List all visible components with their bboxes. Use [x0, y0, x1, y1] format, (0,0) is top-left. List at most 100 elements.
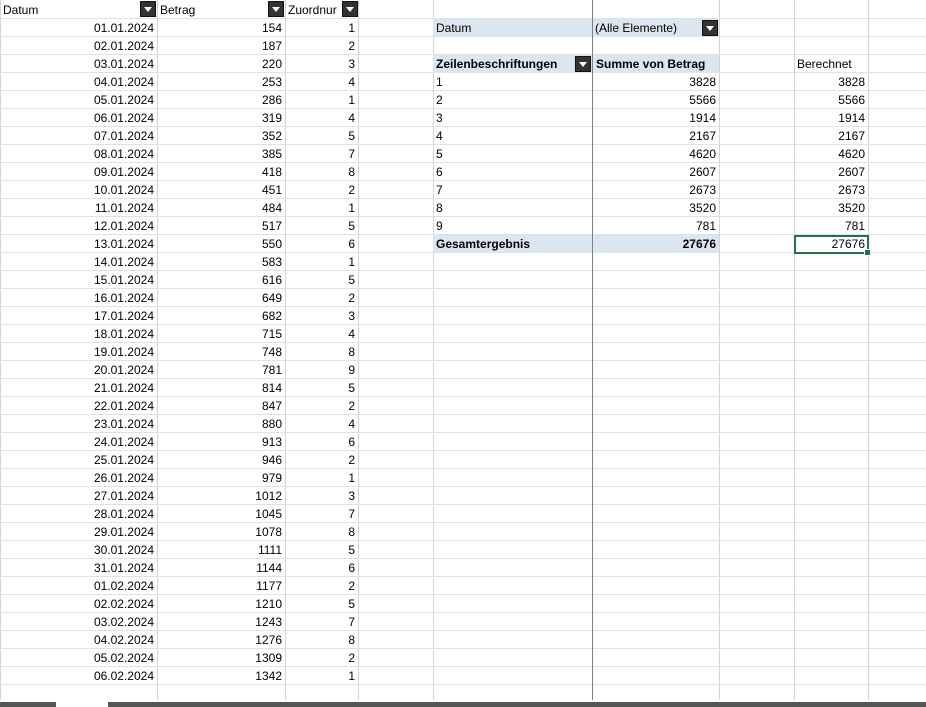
pivot-row-filter-button[interactable]	[575, 56, 591, 72]
datum-cell[interactable]: 05.02.2024	[0, 649, 157, 667]
sheet-tab-bar[interactable]	[0, 702, 926, 707]
datum-cell[interactable]: 26.01.2024	[0, 469, 157, 487]
zuordnung-cell[interactable]: 1	[285, 199, 358, 217]
pivot-row-value[interactable]: 3520	[593, 199, 719, 217]
datum-cell[interactable]: 18.01.2024	[0, 325, 157, 343]
datum-cell[interactable]: 23.01.2024	[0, 415, 157, 433]
computed-value[interactable]: 781	[794, 217, 868, 235]
zuordnung-cell[interactable]: 7	[285, 145, 358, 163]
zuordnung-cell[interactable]: 5	[285, 127, 358, 145]
pivot-filter-value[interactable]: (Alle Elemente)	[592, 19, 719, 37]
zuordnung-cell[interactable]: 4	[285, 109, 358, 127]
datum-cell[interactable]: 28.01.2024	[0, 505, 157, 523]
pivot-row-value[interactable]: 2167	[593, 127, 719, 145]
datum-cell[interactable]: 24.01.2024	[0, 433, 157, 451]
betrag-cell[interactable]: 583	[157, 253, 285, 271]
pivot-filter-dropdown-button[interactable]	[702, 20, 718, 36]
zuordnung-cell[interactable]: 8	[285, 343, 358, 361]
pivot-row-value[interactable]: 2673	[593, 181, 719, 199]
zuordnung-filter-button[interactable]	[342, 1, 358, 17]
betrag-cell[interactable]: 781	[157, 361, 285, 379]
betrag-cell[interactable]: 880	[157, 415, 285, 433]
zuordnung-cell[interactable]: 1	[285, 253, 358, 271]
datum-cell[interactable]: 13.01.2024	[0, 235, 157, 253]
betrag-cell[interactable]: 187	[157, 37, 285, 55]
zuordnung-cell[interactable]: 4	[285, 73, 358, 91]
zuordnung-cell[interactable]: 5	[285, 271, 358, 289]
pivot-row-label[interactable]: 8	[433, 199, 592, 217]
pivot-row-value[interactable]: 781	[593, 217, 719, 235]
datum-cell[interactable]: 11.01.2024	[0, 199, 157, 217]
datum-cell[interactable]: 22.01.2024	[0, 397, 157, 415]
datum-cell[interactable]: 20.01.2024	[0, 361, 157, 379]
betrag-cell[interactable]: 1078	[157, 523, 285, 541]
betrag-cell[interactable]: 715	[157, 325, 285, 343]
zuordnung-cell[interactable]: 7	[285, 505, 358, 523]
betrag-cell[interactable]: 1309	[157, 649, 285, 667]
datum-filter-button[interactable]	[140, 1, 156, 17]
zuordnung-cell[interactable]: 2	[285, 289, 358, 307]
zuordnung-cell[interactable]: 2	[285, 451, 358, 469]
betrag-cell[interactable]: 154	[157, 19, 285, 37]
datum-cell[interactable]: 31.01.2024	[0, 559, 157, 577]
zuordnung-cell[interactable]: 9	[285, 361, 358, 379]
datum-cell[interactable]: 17.01.2024	[0, 307, 157, 325]
datum-cell[interactable]: 08.01.2024	[0, 145, 157, 163]
zuordnung-cell[interactable]: 2	[285, 649, 358, 667]
datum-cell[interactable]: 10.01.2024	[0, 181, 157, 199]
computed-value[interactable]: 3828	[794, 73, 868, 91]
computed-value[interactable]: 5566	[794, 91, 868, 109]
betrag-cell[interactable]: 979	[157, 469, 285, 487]
datum-cell[interactable]: 02.02.2024	[0, 595, 157, 613]
betrag-cell[interactable]: 418	[157, 163, 285, 181]
datum-cell[interactable]: 01.02.2024	[0, 577, 157, 595]
datum-cell[interactable]: 02.01.2024	[0, 37, 157, 55]
datum-cell[interactable]: 03.02.2024	[0, 613, 157, 631]
datum-cell[interactable]: 04.02.2024	[0, 631, 157, 649]
datum-column-header[interactable]: Datum	[0, 1, 139, 19]
zuordnung-cell[interactable]: 5	[285, 217, 358, 235]
betrag-cell[interactable]: 253	[157, 73, 285, 91]
datum-cell[interactable]: 15.01.2024	[0, 271, 157, 289]
datum-cell[interactable]: 05.01.2024	[0, 91, 157, 109]
pivot-row-value[interactable]: 5566	[593, 91, 719, 109]
datum-cell[interactable]: 06.01.2024	[0, 109, 157, 127]
zuordnung-cell[interactable]: 2	[285, 37, 358, 55]
pivot-row-label[interactable]: 7	[433, 181, 592, 199]
zuordnung-cell[interactable]: 8	[285, 523, 358, 541]
zuordnung-cell[interactable]: 8	[285, 163, 358, 181]
zuordnung-cell[interactable]: 7	[285, 613, 358, 631]
betrag-cell[interactable]: 220	[157, 55, 285, 73]
datum-cell[interactable]: 03.01.2024	[0, 55, 157, 73]
betrag-cell[interactable]: 484	[157, 199, 285, 217]
fill-handle[interactable]	[864, 249, 871, 256]
zuordnung-cell[interactable]: 6	[285, 235, 358, 253]
pivot-row-value[interactable]: 1914	[593, 109, 719, 127]
betrag-cell[interactable]: 352	[157, 127, 285, 145]
pivot-row-value[interactable]: 4620	[593, 145, 719, 163]
datum-cell[interactable]: 07.01.2024	[0, 127, 157, 145]
pivot-total-value[interactable]: 27676	[593, 235, 719, 253]
betrag-cell[interactable]: 649	[157, 289, 285, 307]
betrag-cell[interactable]: 1210	[157, 595, 285, 613]
datum-cell[interactable]: 29.01.2024	[0, 523, 157, 541]
betrag-cell[interactable]: 385	[157, 145, 285, 163]
computed-value[interactable]: 3520	[794, 199, 868, 217]
betrag-cell[interactable]: 1144	[157, 559, 285, 577]
pivot-row-value[interactable]: 3828	[593, 73, 719, 91]
betrag-cell[interactable]: 451	[157, 181, 285, 199]
pivot-row-label[interactable]: 9	[433, 217, 592, 235]
zuordnung-cell[interactable]: 6	[285, 433, 358, 451]
zuordnung-cell[interactable]: 2	[285, 577, 358, 595]
zuordnung-cell[interactable]: 4	[285, 325, 358, 343]
zuordnung-cell[interactable]: 3	[285, 487, 358, 505]
zuordnung-cell[interactable]: 1	[285, 19, 358, 37]
datum-cell[interactable]: 19.01.2024	[0, 343, 157, 361]
datum-cell[interactable]: 30.01.2024	[0, 541, 157, 559]
datum-cell[interactable]: 01.01.2024	[0, 19, 157, 37]
zuordnung-cell[interactable]: 2	[285, 181, 358, 199]
betrag-cell[interactable]: 814	[157, 379, 285, 397]
betrag-cell[interactable]: 1276	[157, 631, 285, 649]
zuordnung-cell[interactable]: 1	[285, 469, 358, 487]
datum-cell[interactable]: 14.01.2024	[0, 253, 157, 271]
